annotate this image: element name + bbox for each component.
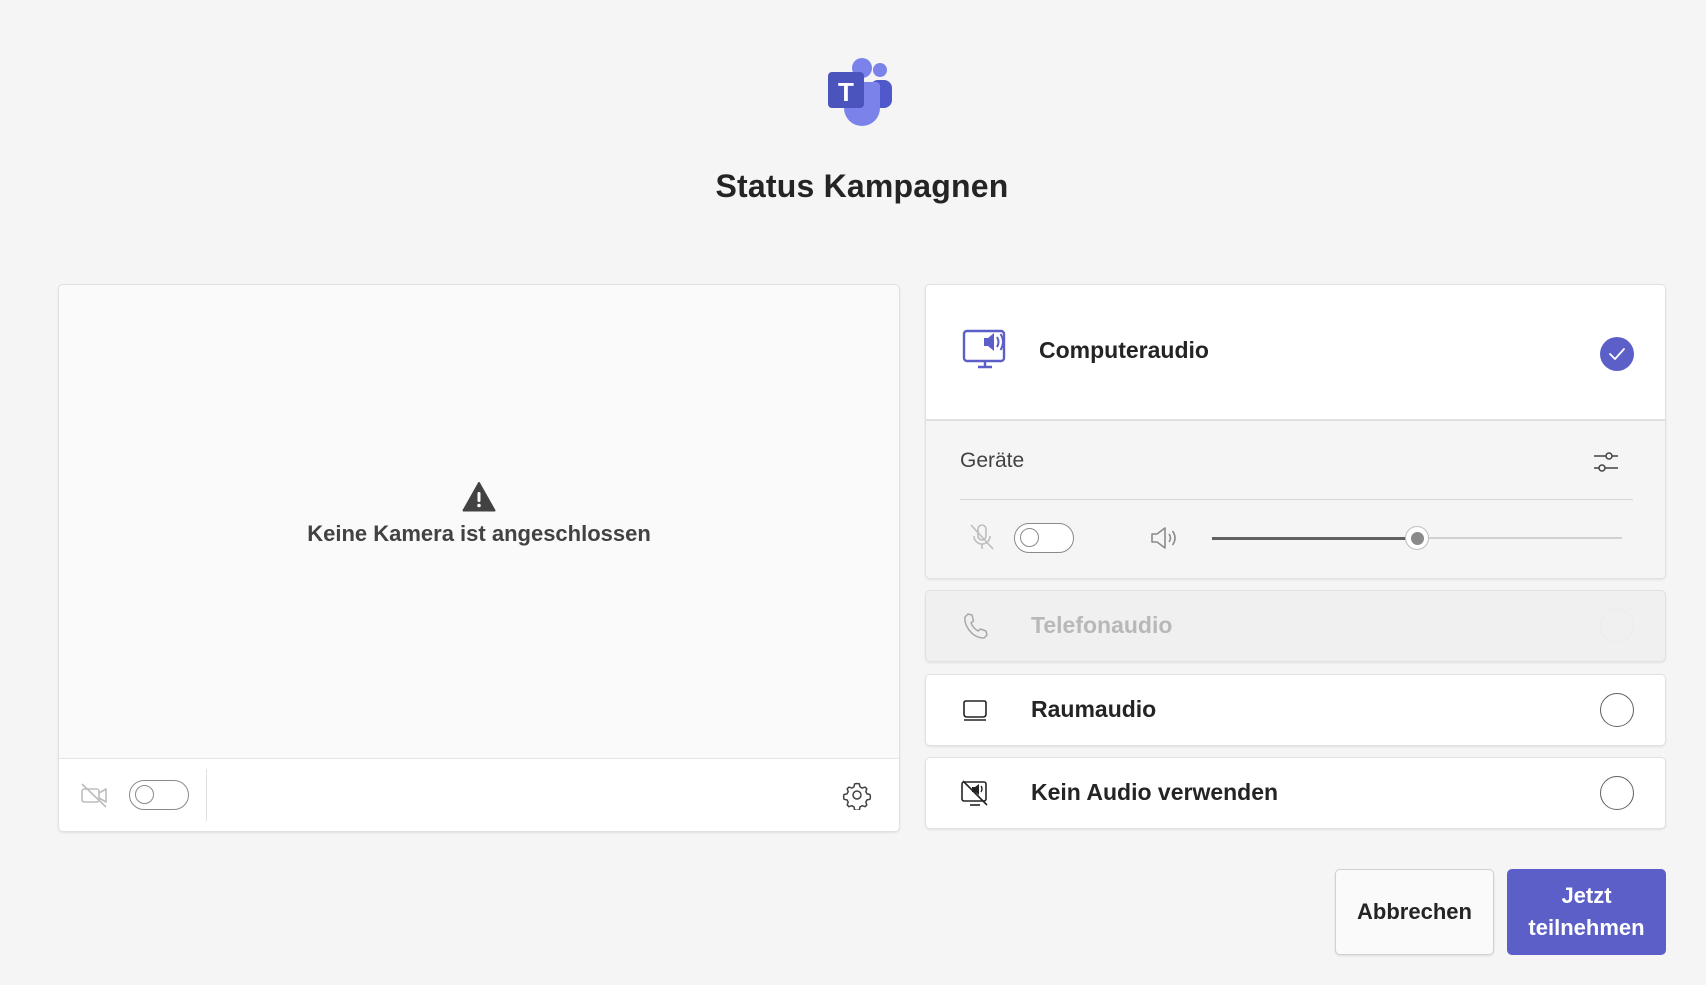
- option-label: Raumaudio: [1031, 696, 1157, 722]
- radio-room-audio[interactable]: [1600, 693, 1634, 727]
- devices-section: Geräte: [926, 421, 1665, 578]
- radio-phone-audio: [1600, 609, 1634, 643]
- teams-logo: T: [828, 58, 892, 126]
- room-device-icon: [963, 700, 987, 721]
- speaker-icon: [1151, 527, 1176, 549]
- camera-status: Keine Kamera ist angeschlossen: [59, 481, 899, 547]
- camera-message: Keine Kamera ist angeschlossen: [307, 521, 651, 546]
- device-settings-icon[interactable]: [1591, 447, 1621, 477]
- mic-off-icon: [970, 524, 994, 550]
- option-no-audio[interactable]: Kein Audio verwenden: [925, 757, 1666, 829]
- volume-fill: [1212, 536, 1417, 540]
- computer-speaker-icon: [962, 329, 1006, 369]
- volume-thumb[interactable]: [1405, 526, 1429, 550]
- phone-icon: [964, 613, 988, 639]
- radio-no-audio[interactable]: [1600, 776, 1634, 810]
- camera-toolbar: [59, 758, 899, 831]
- option-label: Computeraudio: [1039, 337, 1209, 363]
- no-audio-icon: [961, 780, 988, 806]
- computer-audio-header[interactable]: Computeraudio: [926, 285, 1665, 421]
- option-phone-audio: Telefonaudio: [925, 590, 1666, 662]
- divider: [206, 769, 207, 821]
- divider: [960, 499, 1633, 500]
- gear-icon[interactable]: [842, 780, 872, 810]
- camera-toggle[interactable]: [129, 780, 189, 810]
- option-label: Telefonaudio: [1031, 612, 1173, 638]
- camera-off-icon: [81, 783, 107, 808]
- option-label: Kein Audio verwenden: [1031, 779, 1279, 805]
- cancel-button[interactable]: Abbrechen: [1335, 869, 1494, 955]
- camera-preview: Keine Kamera ist angeschlossen: [58, 284, 900, 832]
- join-now-button[interactable]: Jetzt teilnehmen: [1507, 869, 1666, 955]
- option-computer-audio[interactable]: Computeraudio Geräte: [925, 284, 1666, 579]
- volume-slider[interactable]: [1212, 526, 1622, 550]
- selected-check-icon[interactable]: [1600, 337, 1634, 371]
- meeting-title: Status Kampagnen: [715, 168, 1009, 204]
- devices-label: Geräte: [960, 449, 1025, 472]
- mic-toggle[interactable]: [1014, 523, 1074, 553]
- svg-text:T: T: [838, 77, 854, 107]
- warning-icon: [462, 482, 496, 512]
- option-room-audio[interactable]: Raumaudio: [925, 674, 1666, 746]
